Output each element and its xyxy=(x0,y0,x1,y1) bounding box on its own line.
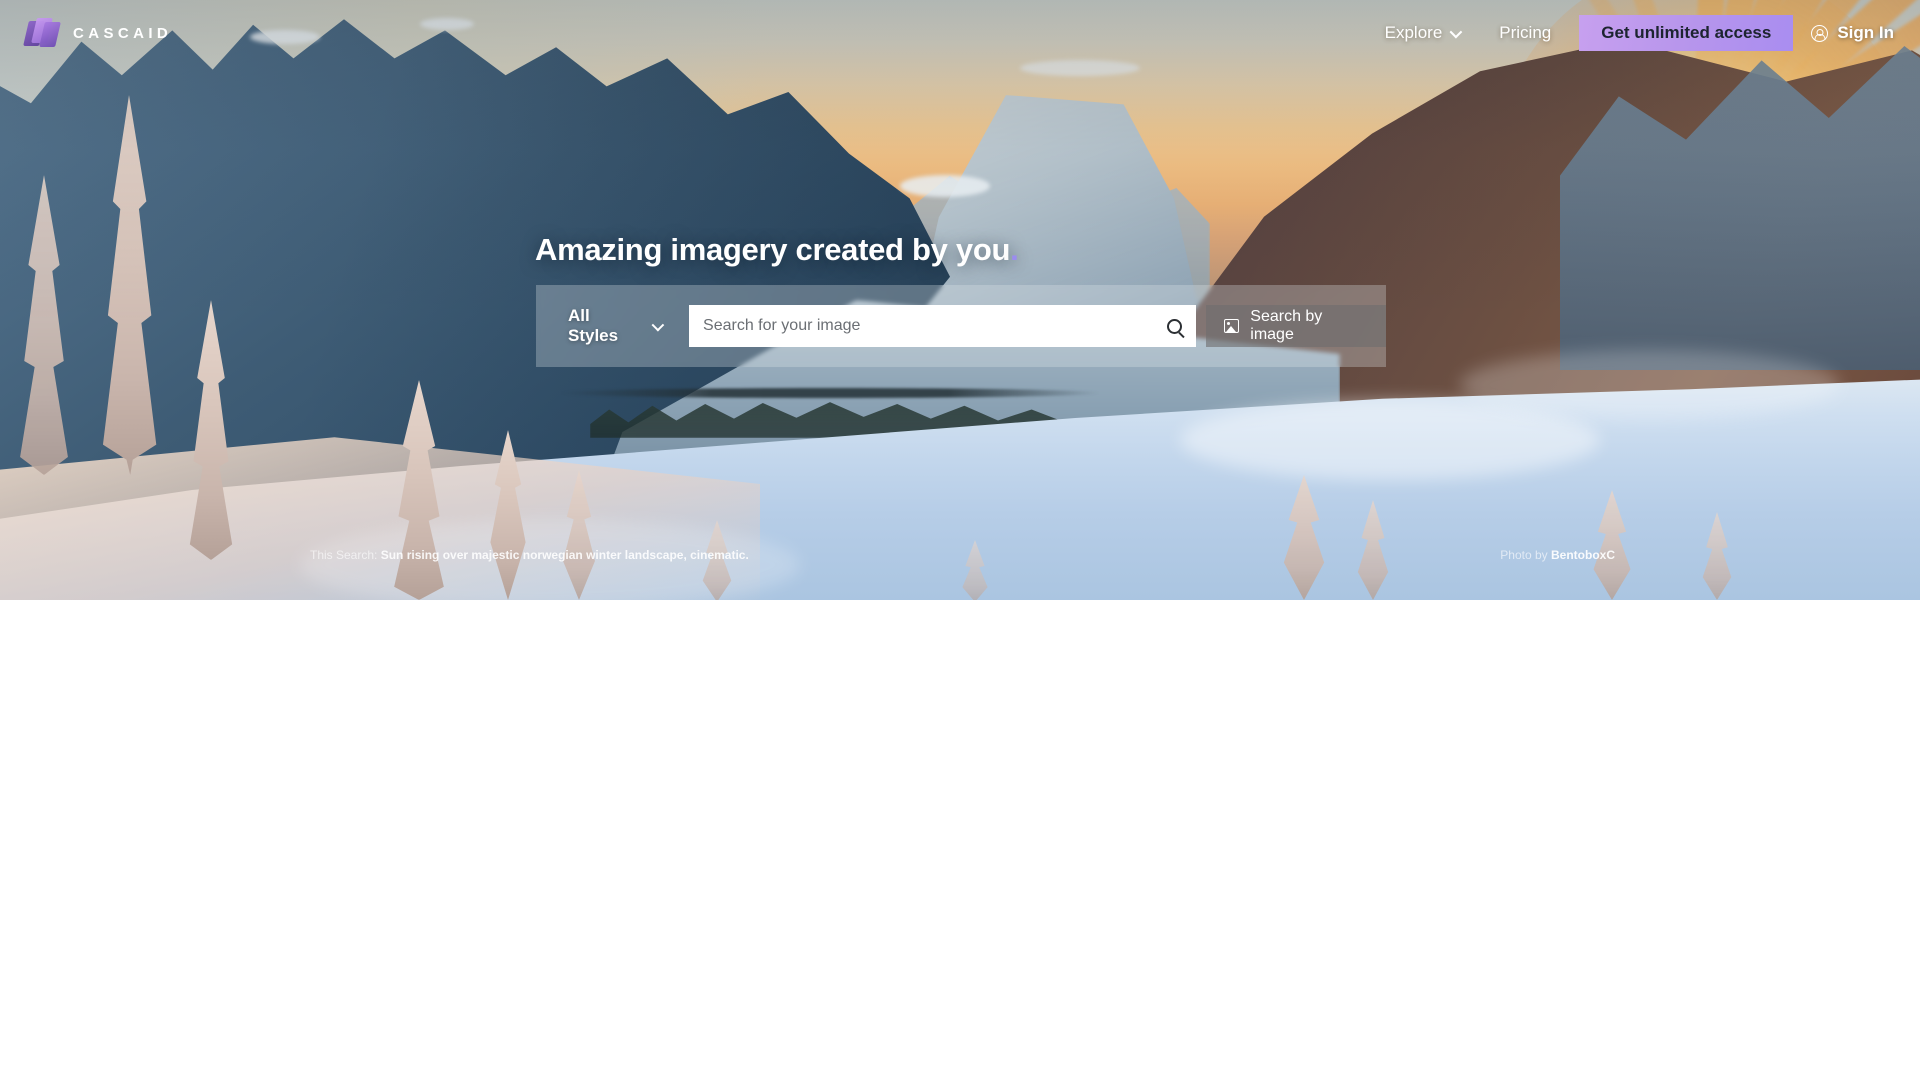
nav-explore-label: Explore xyxy=(1384,23,1443,42)
all-styles-dropdown[interactable]: All Styles xyxy=(568,306,665,346)
nav-item-explore[interactable]: Explore xyxy=(1365,0,1480,66)
nav-pricing-label: Pricing xyxy=(1499,23,1552,42)
hero-section: CASCAID Explore Pricing Get unlimited ac… xyxy=(0,0,1920,600)
cta-label: Get unlimited access xyxy=(1601,23,1772,42)
sign-in-button[interactable]: Sign In xyxy=(1801,23,1920,43)
nav-right-group: Explore Pricing Get unlimited access Sig… xyxy=(1365,0,1920,66)
search-icon[interactable] xyxy=(1167,318,1183,334)
credit-prefix: Photo by xyxy=(1500,548,1548,562)
caption-prefix: This Search: xyxy=(310,548,378,562)
get-unlimited-access-button[interactable]: Get unlimited access xyxy=(1579,15,1794,51)
all-styles-label: All Styles xyxy=(568,306,619,345)
user-circle-icon xyxy=(1811,24,1829,42)
brand-logo[interactable]: CASCAID xyxy=(23,17,173,49)
hero-search-panel: All Styles Search by image xyxy=(536,285,1386,367)
hero-title-dot: . xyxy=(1010,232,1019,267)
hero-title-text: Amazing imagery created by you xyxy=(535,232,1011,267)
hero-shoreline xyxy=(560,388,1100,398)
caption-prompt: Sun rising over majestic norwegian winte… xyxy=(380,548,749,562)
search-input[interactable] xyxy=(703,317,1160,335)
search-input-wrapper[interactable] xyxy=(689,305,1197,347)
cascaid-prism-logo-icon xyxy=(23,17,61,49)
feature-section: If you can imagine it, you will find it … xyxy=(0,600,1920,1080)
hero-photo-credit: Photo by BentoboxC xyxy=(1500,548,1615,562)
sign-in-label: Sign In xyxy=(1837,23,1894,42)
top-navigation-bar: CASCAID Explore Pricing Get unlimited ac… xyxy=(0,0,1920,66)
search-by-image-label: Search by image xyxy=(1250,308,1323,343)
brand-name: CASCAID xyxy=(73,24,173,42)
chevron-down-icon xyxy=(651,318,665,331)
hero-title: Amazing imagery created by you. xyxy=(535,232,1019,268)
hero-search-caption: This Search: Sun rising over majestic no… xyxy=(310,548,749,562)
nav-item-pricing[interactable]: Pricing xyxy=(1479,0,1571,66)
image-icon xyxy=(1224,319,1240,333)
search-by-image-button[interactable]: Search by image xyxy=(1206,305,1386,347)
credit-author[interactable]: BentoboxC xyxy=(1551,548,1615,562)
chevron-down-icon xyxy=(1449,25,1463,38)
